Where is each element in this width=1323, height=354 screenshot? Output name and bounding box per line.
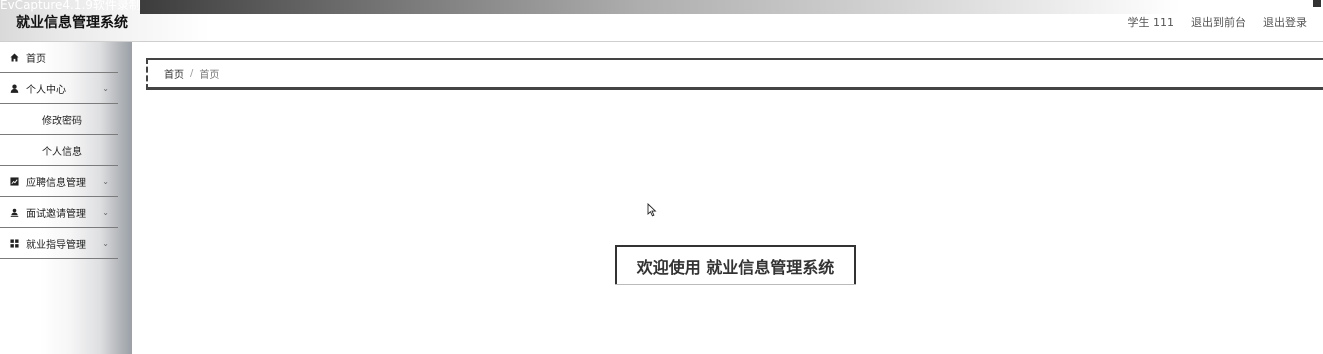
logout-link[interactable]: 退出登录 — [1263, 14, 1307, 30]
sidebar-item-change-password[interactable]: 修改密码 — [0, 104, 118, 135]
sidebar-item-career-guidance[interactable]: 就业指导管理 ⌄ — [0, 228, 118, 259]
sidebar-item-label: 就业指导管理 — [26, 239, 86, 251]
header-links: 学生 111 退出到前台 退出登录 — [1128, 14, 1308, 30]
sidebar-item-job-application[interactable]: 应聘信息管理 ⌄ — [0, 166, 118, 197]
sidebar-item-interview-invitation[interactable]: 面试邀请管理 ⌄ — [0, 197, 118, 228]
welcome-banner-divider — [615, 284, 856, 285]
mouse-cursor-icon — [647, 202, 657, 217]
grid-icon — [9, 238, 19, 248]
chevron-down-icon: ⌄ — [102, 208, 109, 217]
chart-icon — [9, 176, 19, 186]
sidebar-item-personal-center[interactable]: 个人中心 ⌄ — [0, 73, 118, 104]
user-upload-icon — [9, 207, 19, 217]
breadcrumb-separator: / — [190, 68, 194, 79]
sidebar-item-label: 首页 — [26, 53, 46, 65]
user-icon — [9, 83, 19, 93]
app-title: 就业信息管理系统 — [16, 15, 128, 31]
sidebar-item-label: 面试邀请管理 — [26, 208, 86, 220]
welcome-banner: 欢迎使用 就业信息管理系统 — [615, 245, 856, 285]
breadcrumb-current: 首页 — [199, 70, 220, 81]
chevron-down-icon: ⌄ — [102, 84, 109, 93]
sidebar-item-label: 应聘信息管理 — [26, 177, 86, 189]
sidebar-item-label: 个人中心 — [26, 84, 66, 96]
sidebar-item-home[interactable]: 首页 — [0, 42, 118, 73]
home-icon — [9, 52, 19, 62]
sidebar-item-personal-info[interactable]: 个人信息 — [0, 135, 118, 166]
window-control-icon[interactable] — [1313, 0, 1321, 7]
top-header: EvCapture4.1.9软件录制 就业信息管理系统 学生 111 退出到前台… — [0, 0, 1323, 42]
chevron-down-icon: ⌄ — [102, 239, 109, 248]
breadcrumb: 首页 / 首页 — [146, 58, 1323, 90]
chevron-down-icon: ⌄ — [102, 177, 109, 186]
back-to-frontend-link[interactable]: 退出到前台 — [1191, 14, 1246, 30]
sidebar: 首页 个人中心 ⌄ 修改密码 个人信息 应聘信息管理 ⌄ 面试邀请管理 ⌄ 就业… — [0, 42, 132, 354]
sidebar-item-label: 修改密码 — [42, 115, 82, 127]
current-user[interactable]: 学生 111 — [1128, 14, 1175, 30]
breadcrumb-home-link[interactable]: 首页 — [164, 66, 184, 81]
sidebar-item-label: 个人信息 — [42, 146, 82, 158]
